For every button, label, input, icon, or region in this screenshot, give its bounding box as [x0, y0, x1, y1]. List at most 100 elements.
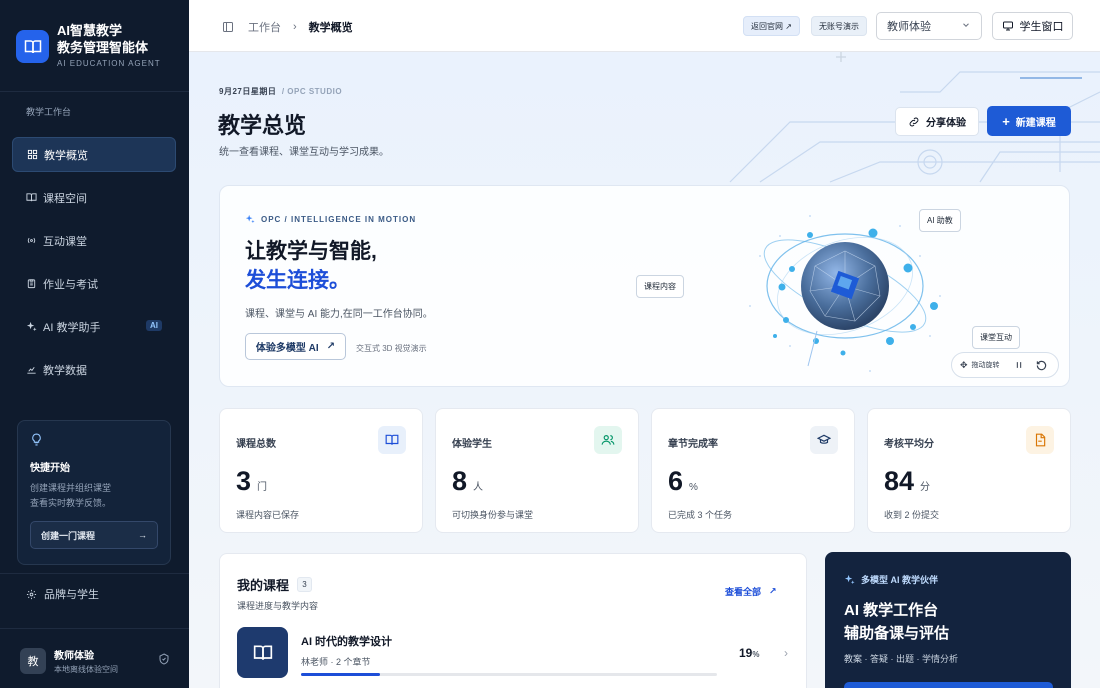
sidebar-item-ai-assistant[interactable]: AI 教学助手 AI [12, 309, 176, 344]
create-course-button[interactable]: 创建一门课程 → [30, 521, 158, 549]
create-course-label: 创建一门课程 [41, 530, 96, 541]
brand-title-line1: AI智慧教学 [57, 23, 123, 38]
document-icon [1026, 426, 1054, 454]
user-profile[interactable]: 教 教师体验 本地离线体验空间 [20, 646, 170, 676]
course-progress-value: 19% [739, 646, 759, 660]
stat-footnote: 已完成 3 个任务 [668, 510, 733, 520]
stat-card-courses[interactable]: 课程总数 3门 课程内容已保存 [219, 408, 423, 533]
graduation-cap-icon [810, 426, 838, 454]
course-progress-number: 19 [739, 646, 753, 660]
hero-title-line2: 发生连接。 [245, 269, 350, 292]
arrow-up-right-icon: ↗ [326, 341, 336, 352]
date-text: 9月27日星期日 [219, 87, 277, 96]
stat-label: 考核平均分 [884, 439, 934, 450]
course-count-badge: 3 [297, 577, 313, 592]
stat-card-completion[interactable]: 章节完成率 6% 已完成 3 个任务 [651, 408, 855, 533]
chevron-right-icon: › [784, 646, 788, 660]
sidebar-toggle-icon[interactable] [222, 21, 234, 33]
sidebar-item-label: 互动课堂 [43, 235, 87, 248]
breadcrumb-separator: › [293, 21, 297, 33]
monitor-icon [1002, 20, 1014, 32]
sidebar: AI智慧教学 教务管理智能体 AI EDUCATION AGENT 教学工作台 … [0, 0, 189, 688]
divider [0, 91, 189, 92]
ai-partner-title-line2: 辅助备课与评估 [844, 625, 950, 642]
sidebar-item-homework[interactable]: 作业与考试 [12, 266, 176, 301]
pause-icon[interactable] [1014, 360, 1024, 370]
quick-start-desc: 创建课程并组织课堂 查看实时教学反馈。 [30, 481, 158, 511]
stat-value: 3门 [236, 466, 267, 497]
ai-badge: AI [146, 320, 162, 331]
ai-assistant-tag: AI 助教 [919, 209, 961, 232]
back-to-site-link[interactable]: 返回官网 ↗ [743, 16, 800, 36]
page-date: 9月27日星期日 / OPC STUDIO [219, 86, 342, 97]
try-multimodel-ai-button[interactable]: 体验多模型 AI ↗ [245, 333, 346, 360]
stat-unit: 人 [473, 482, 484, 493]
ai-partner-card[interactable]: 多模型 AI 教学伙伴 AI 教学工作台 辅助备课与评估 教案 · 答疑 · 出… [825, 552, 1071, 688]
stat-number: 84 [884, 466, 915, 496]
sidebar-item-brand-students[interactable]: 品牌与学生 [26, 586, 99, 602]
course-meta: 林老师 · 2 个章节 [301, 657, 371, 667]
share-label: 分享体验 [926, 118, 966, 129]
demo-badge[interactable]: 无账号演示 [811, 16, 867, 36]
orb-controls: ✥ 拖动旋转 [951, 352, 1059, 378]
stat-card-avg-score[interactable]: 考核平均分 84 分 收到 2 份提交 [867, 408, 1071, 533]
clipboard-icon [25, 278, 37, 290]
hero-kicker: OPC / INTELLIGENCE IN MOTION [245, 214, 416, 224]
sidebar-item-classroom[interactable]: 互动课堂 [12, 223, 176, 258]
stat-value: 6% [668, 466, 698, 497]
hero-note: 交互式 3D 视觉演示 [356, 344, 427, 353]
new-course-button[interactable]: + 新建课程 [987, 106, 1071, 136]
hero-kicker-text: OPC / INTELLIGENCE IN MOTION [261, 214, 417, 224]
stat-unit: 门 [257, 482, 268, 493]
sidebar-item-overview[interactable]: 教学概览 [12, 137, 176, 172]
arrow-right-icon: → [138, 530, 147, 540]
sidebar-item-courses[interactable]: 课程空间 [12, 180, 176, 215]
page-title: 教学总览 [218, 113, 307, 138]
ai-partner-kicker: 多模型 AI 教学伙伴 [844, 573, 938, 586]
book-open-icon [237, 627, 288, 678]
sparkle-icon [25, 321, 37, 333]
hero-card: OPC / INTELLIGENCE IN MOTION 让教学与智能, 发生连… [219, 185, 1070, 387]
arrow-up-right-icon: ↗ [769, 586, 777, 596]
stat-number: 8 [452, 466, 468, 496]
avatar: 教 [20, 648, 46, 674]
stat-card-students[interactable]: 体验学生 8人 可切换身份参与课堂 [435, 408, 639, 533]
student-window-button[interactable]: 学生窗口 [992, 12, 1073, 40]
stat-footnote: 课程内容已保存 [236, 510, 300, 520]
ai-partner-action-button[interactable] [844, 682, 1053, 688]
stat-footnote: 可切换身份参与课堂 [452, 510, 534, 520]
stat-number: 6 [668, 466, 684, 496]
link-icon [908, 116, 920, 128]
stat-value: 8人 [452, 466, 483, 497]
breadcrumb-root[interactable]: 工作台 [248, 19, 281, 35]
divider [0, 628, 189, 629]
stat-label: 体验学生 [452, 439, 492, 450]
page-subtitle: 统一查看课程、课堂互动与学习成果。 [219, 147, 389, 158]
sidebar-item-label: 品牌与学生 [44, 589, 99, 601]
shield-check-icon [158, 652, 170, 670]
see-all-link[interactable]: 查看全部 ↗ [725, 585, 777, 598]
stat-number: 3 [236, 466, 252, 496]
move-icon[interactable]: ✥ [960, 360, 968, 371]
stat-label: 章节完成率 [668, 439, 718, 450]
role-select-value: 教师体验 [887, 21, 931, 33]
brand-subtitle: AI EDUCATION AGENT [57, 59, 161, 68]
broadcast-icon [25, 235, 37, 247]
ai-partner-title-line1: AI 教学工作台 [844, 602, 939, 619]
sidebar-item-label: 教学数据 [43, 364, 87, 377]
main-content: 9月27日星期日 / OPC STUDIO 教学总览 统一查看课程、课堂互动与学… [189, 52, 1100, 688]
reset-rotation-icon[interactable] [1036, 360, 1047, 371]
ai-partner-subtitle: 教案 · 答疑 · 出题 · 学情分析 [844, 654, 958, 664]
sidebar-item-label: AI 教学助手 [43, 321, 101, 334]
sidebar-item-data[interactable]: 教学数据 [12, 352, 176, 387]
class-interaction-tag: 课堂互动 [972, 326, 1020, 349]
student-window-label: 学生窗口 [1019, 21, 1064, 33]
my-courses-card: 我的课程 3 课程进度与教学内容 查看全部 ↗ AI 时代的教学设计 林老师 ·… [219, 553, 807, 688]
course-progress-fill [301, 673, 381, 676]
quick-start-title: 快捷开始 [30, 463, 70, 474]
stat-unit: 分 [920, 482, 931, 493]
share-button[interactable]: 分享体验 [895, 107, 979, 136]
section-label: 教学工作台 [26, 107, 72, 117]
course-progress-unit: % [752, 650, 760, 659]
role-select[interactable]: 教师体验 [876, 12, 982, 40]
